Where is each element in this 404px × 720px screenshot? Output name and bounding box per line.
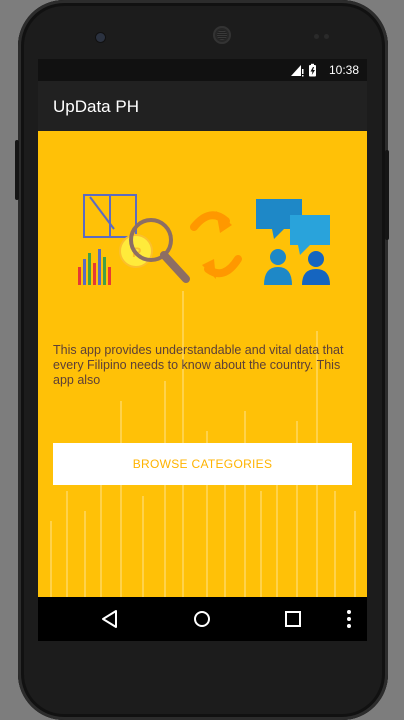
volume-button	[385, 150, 389, 240]
screen: 10:38 UpData PH P This app provides unde…	[38, 59, 367, 641]
chat-people-icon	[256, 199, 330, 285]
status-bar: 10:38	[38, 59, 367, 81]
refresh-arrows-icon	[190, 211, 242, 279]
sensor	[324, 34, 329, 39]
coin-magnifier-icon: P	[119, 218, 190, 283]
app-bar: UpData PH	[38, 81, 367, 131]
speaker-grille	[213, 26, 231, 44]
overflow-menu-icon[interactable]	[337, 607, 361, 631]
browse-categories-button[interactable]: BROWSE CATEGORIES	[53, 443, 352, 485]
front-camera	[96, 33, 105, 42]
sensor	[314, 34, 319, 39]
home-icon[interactable]	[190, 607, 214, 631]
main-content: P This app provides understandable and v…	[38, 131, 367, 597]
hero-illustration: P	[78, 194, 330, 285]
signal-icon	[291, 65, 304, 77]
battery-icon	[309, 63, 316, 77]
app-description: This app provides understandable and vit…	[53, 343, 344, 387]
status-icons	[291, 63, 316, 77]
app-title: UpData PH	[53, 97, 139, 116]
recents-icon[interactable]	[281, 607, 305, 631]
back-icon[interactable]	[98, 607, 122, 631]
navigation-bar	[38, 597, 367, 641]
power-button	[15, 140, 19, 200]
status-time: 10:38	[328, 63, 359, 77]
